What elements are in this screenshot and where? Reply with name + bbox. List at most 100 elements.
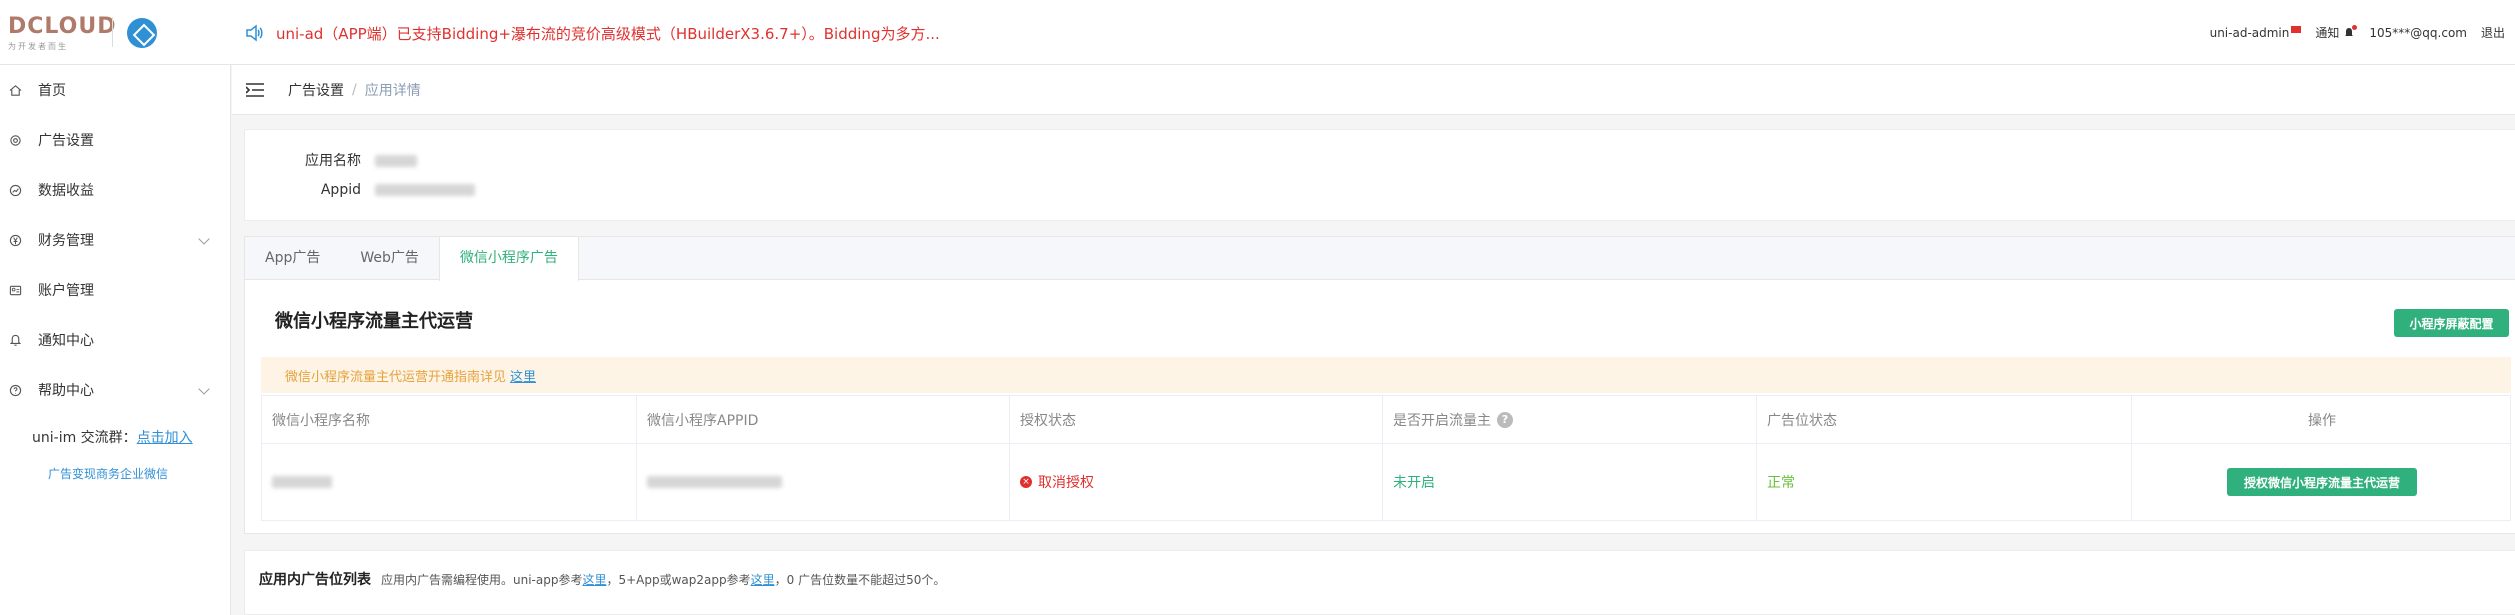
sidebar-item-label: 广告设置 bbox=[38, 133, 94, 149]
appid-value-redacted bbox=[375, 184, 476, 196]
section-title: 微信小程序流量主代运营 bbox=[275, 311, 473, 332]
authorize-traffic-button[interactable]: 授权微信小程序流量主代运营 bbox=[2227, 468, 2417, 496]
table-row: × 取消授权 未开启 正常 授权微信小程序流量主代运营 bbox=[262, 444, 2510, 520]
sidebar: 首页 广告设置 数据收益 财务管理 账户管理 通知中心 帮助中心 uni-im … bbox=[0, 65, 231, 615]
sidebar-item-account[interactable]: 账户管理 bbox=[0, 265, 230, 315]
top-header: DCLOUD 为开发者而生 uni-ad（APP端）已支持Bidding+瀑布流… bbox=[0, 0, 2515, 65]
bell-icon bbox=[8, 333, 22, 347]
platform-tabs: App广告 Web广告 微信小程序广告 bbox=[245, 237, 2515, 281]
cancel-auth-link[interactable]: × 取消授权 bbox=[1020, 472, 1094, 492]
uni-ad-badge-icon[interactable] bbox=[127, 18, 157, 48]
traffic-status-cell: 未开启 bbox=[1383, 444, 1757, 520]
tab-app-ads[interactable]: App广告 bbox=[245, 237, 340, 280]
top-right-actions: uni-ad-admin 通知 105***@qq.com 退出 bbox=[2196, 24, 2505, 41]
action-cell: 授权微信小程序流量主代运营 bbox=[2132, 444, 2512, 520]
desc-part: 应用内广告需编程使用。uni-app参考 bbox=[381, 572, 583, 587]
admin-label: uni-ad-admin bbox=[2209, 25, 2290, 40]
uni-app-ref-link[interactable]: 这里 bbox=[582, 573, 606, 587]
home-icon bbox=[8, 83, 22, 97]
ad-status-text: 正常 bbox=[1767, 475, 1795, 491]
guide-text: 微信小程序流量主代运营开通指南详见 bbox=[285, 369, 507, 385]
logo-divider bbox=[112, 17, 113, 47]
column-header-label: 是否开启流量主 bbox=[1393, 412, 1491, 429]
user-email[interactable]: 105***@qq.com bbox=[2369, 26, 2467, 40]
logo-subtitle: 为开发者而生 bbox=[8, 42, 68, 51]
logout-link[interactable]: 退出 bbox=[2481, 24, 2505, 41]
appid-label: Appid bbox=[320, 182, 361, 198]
chevron-down-icon bbox=[198, 383, 210, 395]
sidebar-item-home[interactable]: 首页 bbox=[0, 65, 230, 115]
column-header: 微信小程序名称 bbox=[262, 396, 637, 443]
table-header: 微信小程序名称 微信小程序APPID 授权状态 是否开启流量主 ? 广告位状态 … bbox=[262, 396, 2510, 444]
app-info-card: 应用名称 Appid bbox=[244, 129, 2515, 221]
sidebar-item-label: 账户管理 bbox=[38, 283, 94, 299]
business-wechat-link[interactable]: 广告变现商务企业微信 bbox=[0, 465, 230, 482]
app-name-row: 应用名称 bbox=[245, 150, 418, 170]
mini-program-appid-cell bbox=[637, 444, 1010, 520]
desc-part: ，0 广告位数量不能超过50个。 bbox=[774, 572, 946, 587]
ad-slot-list-header: 应用内广告位列表 应用内广告需编程使用。uni-app参考这里，5+App或wa… bbox=[259, 569, 945, 589]
help-icon bbox=[8, 383, 22, 397]
sidebar-item-label: 帮助中心 bbox=[38, 383, 94, 399]
ad-slot-list-card: 应用内广告位列表 应用内广告需编程使用。uni-app参考这里，5+App或wa… bbox=[244, 550, 2515, 615]
column-header: 广告位状态 bbox=[1757, 396, 2132, 443]
column-header: 授权状态 bbox=[1010, 396, 1383, 443]
sidebar-item-label: 通知中心 bbox=[38, 333, 94, 349]
wap2app-ref-link[interactable]: 这里 bbox=[751, 573, 775, 587]
sidebar-item-label: 首页 bbox=[38, 83, 66, 99]
column-header: 操作 bbox=[2308, 412, 2336, 429]
app-name-label: 应用名称 bbox=[305, 153, 361, 169]
user-icon bbox=[8, 283, 22, 297]
notify-link[interactable]: 通知 bbox=[2315, 24, 2358, 41]
ad-slot-list-desc: 应用内广告需编程使用。uni-app参考这里，5+App或wap2app参考这里… bbox=[381, 571, 945, 588]
guide-warning-bar: 微信小程序流量主代运营开通指南详见 这里 bbox=[261, 357, 2511, 393]
notify-label: 通知 bbox=[2315, 26, 2340, 40]
auth-status-cell: × 取消授权 bbox=[1010, 444, 1383, 520]
mini-program-name-cell bbox=[262, 444, 637, 520]
notice-text: uni-ad（APP端）已支持Bidding+瀑布流的竞价高级模式（HBuild… bbox=[276, 24, 940, 43]
column-header-traffic: 是否开启流量主 ? bbox=[1383, 396, 1757, 443]
mini-program-name-redacted bbox=[272, 476, 332, 488]
guide-link[interactable]: 这里 bbox=[510, 366, 536, 385]
bell-icon bbox=[2343, 24, 2358, 39]
breadcrumb-current: 应用详情 bbox=[364, 82, 421, 99]
close-circle-icon: × bbox=[1020, 476, 1032, 488]
sidebar-item-help[interactable]: 帮助中心 bbox=[0, 365, 230, 415]
sidebar-item-revenue[interactable]: 数据收益 bbox=[0, 165, 230, 215]
sidebar-item-notifications[interactable]: 通知中心 bbox=[0, 315, 230, 365]
im-join-link[interactable]: 点击加入 bbox=[137, 430, 193, 446]
appid-row: Appid bbox=[245, 182, 476, 198]
im-group-line: uni-im 交流群：点击加入 bbox=[0, 427, 230, 447]
column-header: 微信小程序APPID bbox=[637, 396, 1010, 443]
breadcrumb-separator: / bbox=[352, 81, 357, 98]
notice-banner[interactable]: uni-ad（APP端）已支持Bidding+瀑布流的竞价高级模式（HBuild… bbox=[244, 22, 940, 44]
traffic-status-text: 未开启 bbox=[1393, 475, 1435, 491]
tab-web-ads[interactable]: Web广告 bbox=[340, 237, 439, 280]
mini-program-appid-redacted bbox=[647, 476, 782, 488]
new-flag-icon bbox=[2291, 26, 2302, 33]
sidebar-item-label: 数据收益 bbox=[38, 183, 94, 199]
ad-slot-list-title: 应用内广告位列表 bbox=[259, 572, 371, 588]
sidebar-item-finance[interactable]: 财务管理 bbox=[0, 215, 230, 265]
ad-status-cell: 正常 bbox=[1757, 444, 2132, 520]
gear-icon bbox=[8, 133, 22, 147]
speaker-icon bbox=[244, 23, 264, 43]
sidebar-item-label: 财务管理 bbox=[38, 233, 94, 249]
desc-part: ，5+App或wap2app参考 bbox=[606, 572, 751, 587]
logo-text: DCLOUD bbox=[8, 14, 117, 39]
breadcrumb-bar: 广告设置 / 应用详情 bbox=[232, 65, 2515, 115]
admin-link[interactable]: uni-ad-admin bbox=[2210, 26, 2302, 40]
mini-program-block-config-button[interactable]: 小程序屏蔽配置 bbox=[2394, 309, 2509, 337]
tab-wechat-ads[interactable]: 微信小程序广告 bbox=[438, 237, 579, 281]
auth-status-text: 取消授权 bbox=[1038, 475, 1094, 491]
chevron-down-icon bbox=[198, 233, 210, 245]
chart-icon bbox=[8, 183, 22, 197]
sidebar-item-ad-settings[interactable]: 广告设置 bbox=[0, 115, 230, 165]
breadcrumb-parent[interactable]: 广告设置 bbox=[288, 80, 344, 100]
menu-toggle-icon[interactable] bbox=[245, 82, 264, 97]
app-name-value-redacted bbox=[375, 155, 418, 167]
yen-icon bbox=[8, 233, 22, 247]
dcloud-logo[interactable]: DCLOUD 为开发者而生 bbox=[8, 14, 117, 56]
question-icon[interactable]: ? bbox=[1497, 411, 1513, 428]
wechat-table: 微信小程序名称 微信小程序APPID 授权状态 是否开启流量主 ? 广告位状态 … bbox=[261, 395, 2511, 521]
